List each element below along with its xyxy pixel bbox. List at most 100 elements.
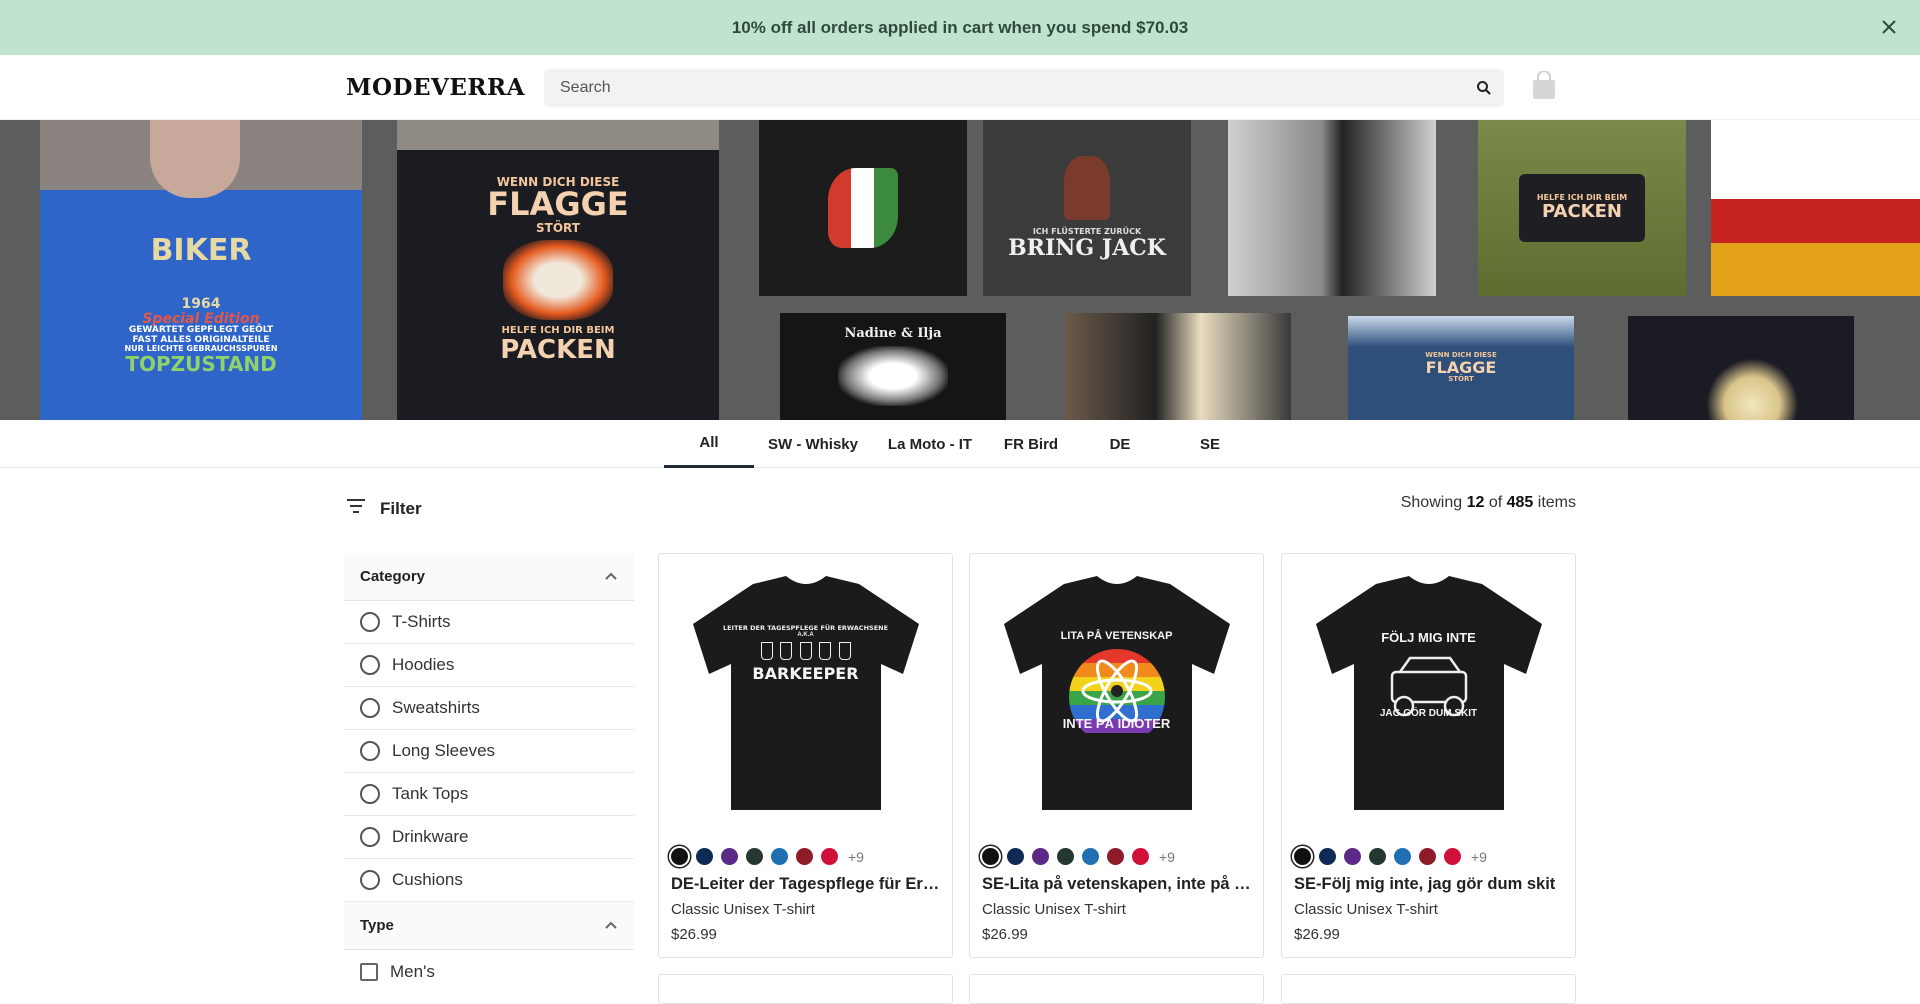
filter-icon bbox=[346, 498, 366, 519]
option-label: Sweatshirts bbox=[392, 698, 480, 717]
filter-toggle[interactable]: Filter bbox=[346, 498, 422, 519]
search-icon[interactable] bbox=[1464, 69, 1504, 107]
hero-image-flag-shirt bbox=[759, 120, 967, 296]
radio-button[interactable] bbox=[360, 784, 380, 804]
category-option-sweatshirts[interactable]: Sweatshirts bbox=[344, 687, 634, 730]
product-card[interactable]: FÖLJ MIG INTE JAG GÖR DUM SKIT +9 SE-Föl… bbox=[1281, 553, 1576, 958]
more-colors[interactable]: +9 bbox=[1159, 849, 1175, 865]
hero-image-photo bbox=[1228, 120, 1436, 296]
category-option-cushions[interactable]: Cushions bbox=[344, 859, 634, 902]
product-card[interactable]: LITA PÅ VETENSKAP INTE PÅ IDIOTER +9 SE-… bbox=[969, 553, 1264, 958]
showing-prefix: Showing bbox=[1400, 494, 1463, 511]
hero-text: PACKEN bbox=[1542, 200, 1622, 222]
color-swatch[interactable] bbox=[1394, 848, 1411, 865]
product-card[interactable]: LEITER DER TAGESPFLEGE FÜR ERWACHSENE A.… bbox=[658, 553, 953, 958]
color-swatch[interactable] bbox=[821, 848, 838, 865]
type-section-header[interactable]: Type bbox=[344, 902, 634, 950]
product-card[interactable] bbox=[658, 974, 953, 1004]
color-swatches: +9 bbox=[1294, 848, 1487, 865]
radio-button[interactable] bbox=[360, 655, 380, 675]
search-bar bbox=[544, 69, 1504, 107]
hero-image-nadine-ilja: Nadine & Ilja bbox=[780, 313, 1006, 420]
color-swatch[interactable] bbox=[721, 848, 738, 865]
category-option-drinkware[interactable]: Drinkware bbox=[344, 816, 634, 859]
more-colors[interactable]: +9 bbox=[1471, 849, 1487, 865]
results-count: Showing 12 of 485 items bbox=[1401, 494, 1576, 512]
color-swatch[interactable] bbox=[1032, 848, 1049, 865]
color-swatch[interactable] bbox=[1294, 848, 1311, 865]
tab-se[interactable]: SE bbox=[1170, 420, 1250, 468]
color-swatch[interactable] bbox=[1369, 848, 1386, 865]
showing-total: 485 bbox=[1506, 494, 1534, 511]
radio-button[interactable] bbox=[360, 827, 380, 847]
hero-image-flagge: WENN DICH DIESE FLAGGE STÖRT HELFE ICH D… bbox=[397, 120, 719, 420]
shopping-bag-icon[interactable] bbox=[1530, 70, 1558, 101]
category-option-long-sleeves[interactable]: Long Sleeves bbox=[344, 730, 634, 773]
promo-banner: 10% off all orders applied in cart when … bbox=[0, 0, 1920, 55]
site-header: MODEVERRA bbox=[0, 55, 1920, 120]
category-option-t-shirts[interactable]: T-Shirts bbox=[344, 601, 634, 644]
category-option-tank-tops[interactable]: Tank Tops bbox=[344, 773, 634, 816]
chevron-up-icon bbox=[604, 568, 618, 586]
product-type: Classic Unisex T-shirt bbox=[1294, 901, 1438, 918]
color-swatch[interactable] bbox=[1132, 848, 1149, 865]
hero-image-back-flagge: WENN DICH DIESE FLAGGE STÖRT bbox=[1348, 316, 1574, 420]
tab-la-moto-it[interactable]: La Moto - IT bbox=[877, 420, 983, 468]
category-section-header[interactable]: Category bbox=[344, 553, 634, 601]
tab-sw-whisky[interactable]: SW - Whisky bbox=[760, 420, 866, 468]
color-swatch[interactable] bbox=[1419, 848, 1436, 865]
color-swatch[interactable] bbox=[796, 848, 813, 865]
color-swatch[interactable] bbox=[1444, 848, 1461, 865]
showing-suffix: items bbox=[1537, 494, 1576, 511]
option-label: Men's bbox=[390, 961, 435, 981]
color-swatch[interactable] bbox=[746, 848, 763, 865]
hero-image-moon-shirt bbox=[1628, 316, 1854, 420]
color-swatch[interactable] bbox=[1057, 848, 1074, 865]
color-swatch[interactable] bbox=[696, 848, 713, 865]
option-label: Drinkware bbox=[392, 827, 469, 846]
product-title[interactable]: DE-Leiter der Tagespflege für Erwachsene bbox=[671, 875, 941, 894]
radio-button[interactable] bbox=[360, 741, 380, 761]
product-card[interactable] bbox=[1281, 974, 1576, 1004]
product-type: Classic Unisex T-shirt bbox=[982, 901, 1126, 918]
filter-sidebar: Category T-Shirts Hoodies Sweatshirts Lo… bbox=[344, 553, 634, 993]
color-swatch[interactable] bbox=[671, 848, 688, 865]
search-input[interactable] bbox=[544, 69, 1464, 107]
product-image: LITA PÅ VETENSKAP INTE PÅ IDIOTER bbox=[970, 554, 1263, 829]
store-logo[interactable]: MODEVERRA bbox=[346, 74, 525, 101]
radio-button[interactable] bbox=[360, 698, 380, 718]
color-swatch[interactable] bbox=[982, 848, 999, 865]
option-label: Tank Tops bbox=[392, 784, 469, 803]
radio-button[interactable] bbox=[360, 870, 380, 890]
tab-fr-bird[interactable]: FR Bird bbox=[991, 420, 1071, 468]
more-colors[interactable]: +9 bbox=[848, 849, 864, 865]
color-swatches: +9 bbox=[982, 848, 1175, 865]
hero-text: FLAGGE bbox=[1425, 357, 1497, 377]
color-swatch[interactable] bbox=[1107, 848, 1124, 865]
tab-all[interactable]: All bbox=[664, 420, 754, 468]
color-swatch[interactable] bbox=[1082, 848, 1099, 865]
product-title[interactable]: SE-Följ mig inte, jag gör dum skit bbox=[1294, 875, 1564, 894]
hero-text: Nadine & Ilja bbox=[844, 325, 942, 341]
color-swatch[interactable] bbox=[1319, 848, 1336, 865]
promo-text: 10% off all orders applied in cart when … bbox=[731, 17, 1189, 37]
option-label: Hoodies bbox=[392, 655, 455, 674]
option-label: T-Shirts bbox=[392, 612, 451, 631]
checkbox[interactable] bbox=[360, 962, 378, 981]
product-title[interactable]: SE-Lita på vetenskapen, inte på idioter bbox=[982, 875, 1252, 894]
color-swatch[interactable] bbox=[1344, 848, 1361, 865]
print-text: JAG GÖR DUM SKIT bbox=[1379, 708, 1478, 719]
hero-text: BIKER bbox=[150, 233, 252, 269]
print-text: LEITER DER TAGESPFLEGE FÜR ERWACHSENE bbox=[722, 624, 889, 632]
category-option-hoodies[interactable]: Hoodies bbox=[344, 644, 634, 687]
color-swatch[interactable] bbox=[1007, 848, 1024, 865]
color-swatch[interactable] bbox=[771, 848, 788, 865]
radio-button[interactable] bbox=[360, 612, 380, 632]
tab-de[interactable]: DE bbox=[1080, 420, 1160, 468]
print-text: INTE PÅ IDIOTER bbox=[1062, 716, 1171, 731]
collection-tabs: All SW - Whisky La Moto - IT FR Bird DE … bbox=[0, 420, 1920, 468]
glasses-icon bbox=[760, 642, 851, 660]
close-icon[interactable] bbox=[1878, 16, 1900, 38]
type-option-mens[interactable]: Men's bbox=[344, 950, 634, 993]
product-card[interactable] bbox=[969, 974, 1264, 1004]
